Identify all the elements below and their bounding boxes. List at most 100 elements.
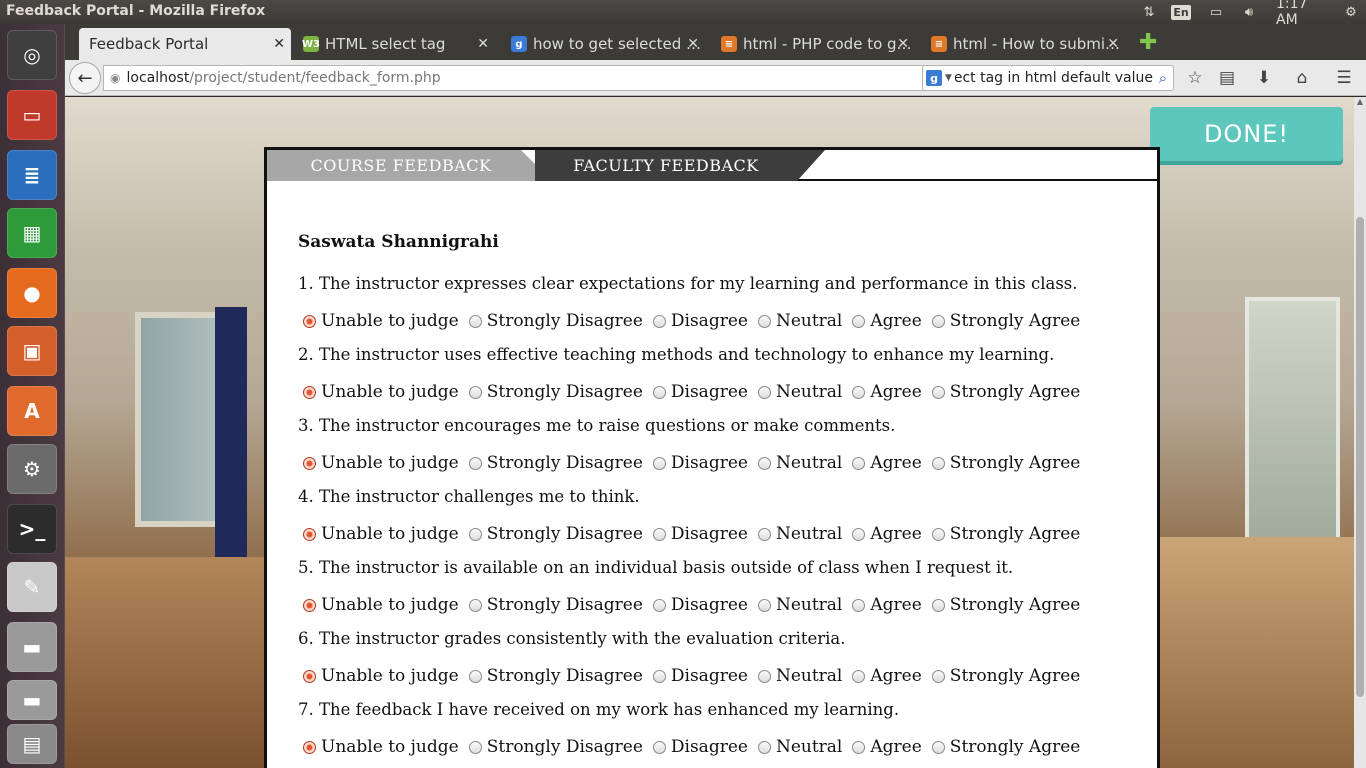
rating-option[interactable]: Unable to judge xyxy=(298,737,459,757)
radio-button[interactable] xyxy=(468,598,482,612)
url-bar[interactable]: ◉ localhost/project/student/feedback_for… xyxy=(103,65,979,91)
rating-option[interactable]: Neutral xyxy=(753,524,842,544)
radio-button[interactable] xyxy=(303,598,316,612)
tab-html-select-tag[interactable]: W3 HTML select tag ✕ xyxy=(293,28,495,60)
radio-button[interactable] xyxy=(652,598,666,612)
rating-option[interactable]: Strongly Agree xyxy=(927,666,1080,686)
software-center-icon[interactable]: A xyxy=(7,386,57,436)
radio-button[interactable] xyxy=(303,385,316,399)
battery-icon[interactable]: ▭ xyxy=(1203,0,1229,24)
rating-option[interactable]: Strongly Agree xyxy=(927,382,1080,402)
search-icon[interactable]: ⌕ xyxy=(1153,69,1173,87)
rating-option[interactable]: Strongly Disagree xyxy=(464,453,643,473)
radio-button[interactable] xyxy=(468,314,482,328)
scroll-thumb[interactable] xyxy=(1356,217,1364,697)
close-tab-icon[interactable]: ✕ xyxy=(1107,36,1119,52)
done-button[interactable]: DONE! xyxy=(1150,107,1343,161)
radio-button[interactable] xyxy=(852,385,866,399)
rating-option[interactable]: Disagree xyxy=(648,311,748,331)
radio-button[interactable] xyxy=(468,385,482,399)
radio-button[interactable] xyxy=(303,527,316,541)
rating-option[interactable]: Disagree xyxy=(648,382,748,402)
close-tab-icon[interactable]: ✕ xyxy=(477,36,489,52)
close-tab-icon[interactable]: ✕ xyxy=(687,36,699,52)
rating-option[interactable]: Strongly Disagree xyxy=(464,524,643,544)
system-settings-icon[interactable]: ⚙ xyxy=(1340,0,1362,24)
radio-button[interactable] xyxy=(652,740,666,754)
radio-button[interactable] xyxy=(931,385,945,399)
radio-button[interactable] xyxy=(757,456,771,470)
volume-icon[interactable]: 🔊︎ xyxy=(1238,0,1260,24)
radio-button[interactable] xyxy=(757,598,771,612)
radio-button[interactable] xyxy=(852,740,866,754)
radio-button[interactable] xyxy=(303,456,316,470)
rating-option[interactable]: Unable to judge xyxy=(298,311,459,331)
rating-option[interactable]: Disagree xyxy=(648,737,748,757)
reading-list-icon[interactable]: ▤ xyxy=(1214,66,1240,90)
radio-button[interactable] xyxy=(757,740,771,754)
radio-button[interactable] xyxy=(852,314,866,328)
rating-option[interactable]: Disagree xyxy=(648,666,748,686)
home-icon[interactable]: ⌂ xyxy=(1289,66,1315,90)
writer-icon[interactable]: ≣ xyxy=(7,150,57,200)
text-editor-icon[interactable]: ✎ xyxy=(7,562,57,612)
radio-button[interactable] xyxy=(931,598,945,612)
rating-option[interactable]: Neutral xyxy=(753,382,842,402)
radio-button[interactable] xyxy=(652,669,666,683)
search-engine-dropdown-icon[interactable]: ▼ xyxy=(945,73,952,83)
firefox-icon[interactable]: ● xyxy=(7,268,57,318)
rating-option[interactable]: Strongly Disagree xyxy=(464,737,643,757)
radio-button[interactable] xyxy=(652,314,666,328)
rating-option[interactable]: Strongly Agree xyxy=(927,595,1080,615)
radio-button[interactable] xyxy=(757,314,771,328)
tab-faculty-feedback[interactable]: FACULTY FEEDBACK xyxy=(535,150,797,181)
google-search-engine-icon[interactable]: g xyxy=(926,70,942,86)
tab-stackoverflow-submit[interactable]: ≡ html - How to submi… ✕ xyxy=(921,28,1125,60)
rating-option[interactable]: Agree xyxy=(847,666,922,686)
rating-option[interactable]: Strongly Disagree xyxy=(464,311,643,331)
rating-option[interactable]: Unable to judge xyxy=(298,595,459,615)
drive-1-icon[interactable]: ▬ xyxy=(7,622,57,672)
ubuntu-dash-icon[interactable]: ◎ xyxy=(7,30,57,80)
impress-icon[interactable]: ▣ xyxy=(7,326,57,376)
radio-button[interactable] xyxy=(757,669,771,683)
close-tab-icon[interactable]: ✕ xyxy=(273,36,285,52)
rating-option[interactable]: Strongly Agree xyxy=(927,524,1080,544)
rating-option[interactable]: Agree xyxy=(847,595,922,615)
downloads-icon[interactable]: ⬇ xyxy=(1251,66,1277,90)
rating-option[interactable]: Neutral xyxy=(753,595,842,615)
rating-option[interactable]: Strongly Agree xyxy=(927,311,1080,331)
radio-button[interactable] xyxy=(852,456,866,470)
scroll-up-icon[interactable]: ▲ xyxy=(1354,97,1366,107)
menu-icon[interactable]: ☰ xyxy=(1331,66,1357,90)
radio-button[interactable] xyxy=(931,527,945,541)
rating-option[interactable]: Strongly Agree xyxy=(927,453,1080,473)
close-tab-icon[interactable]: ✕ xyxy=(897,36,909,52)
tab-course-feedback[interactable]: COURSE FEEDBACK xyxy=(267,150,535,181)
network-icon[interactable]: ⇅ xyxy=(1138,0,1160,24)
radio-button[interactable] xyxy=(757,527,771,541)
rating-option[interactable]: Neutral xyxy=(753,737,842,757)
rating-option[interactable]: Agree xyxy=(847,453,922,473)
radio-button[interactable] xyxy=(468,456,482,470)
radio-button[interactable] xyxy=(757,385,771,399)
rating-option[interactable]: Neutral xyxy=(753,311,842,331)
page-scrollbar[interactable]: ▲ xyxy=(1354,97,1366,768)
tab-stackoverflow-php[interactable]: ≡ html - PHP code to g… ✕ xyxy=(711,28,915,60)
terminal-icon[interactable]: >_ xyxy=(7,504,57,554)
radio-button[interactable] xyxy=(652,527,666,541)
rating-option[interactable]: Agree xyxy=(847,737,922,757)
rating-option[interactable]: Neutral xyxy=(753,453,842,473)
rating-option[interactable]: Agree xyxy=(847,524,922,544)
rating-option[interactable]: Disagree xyxy=(648,453,748,473)
back-button[interactable]: ← xyxy=(69,62,101,94)
tab-google-search[interactable]: g how to get selected … ✕ xyxy=(501,28,705,60)
radio-button[interactable] xyxy=(303,314,316,328)
radio-button[interactable] xyxy=(931,456,945,470)
settings-icon[interactable]: ⚙ xyxy=(7,444,57,494)
new-tab-icon[interactable]: ✚ xyxy=(1139,30,1157,55)
drive-2-icon[interactable]: ▬ xyxy=(7,680,57,720)
radio-button[interactable] xyxy=(652,456,666,470)
radio-button[interactable] xyxy=(852,527,866,541)
radio-button[interactable] xyxy=(652,385,666,399)
